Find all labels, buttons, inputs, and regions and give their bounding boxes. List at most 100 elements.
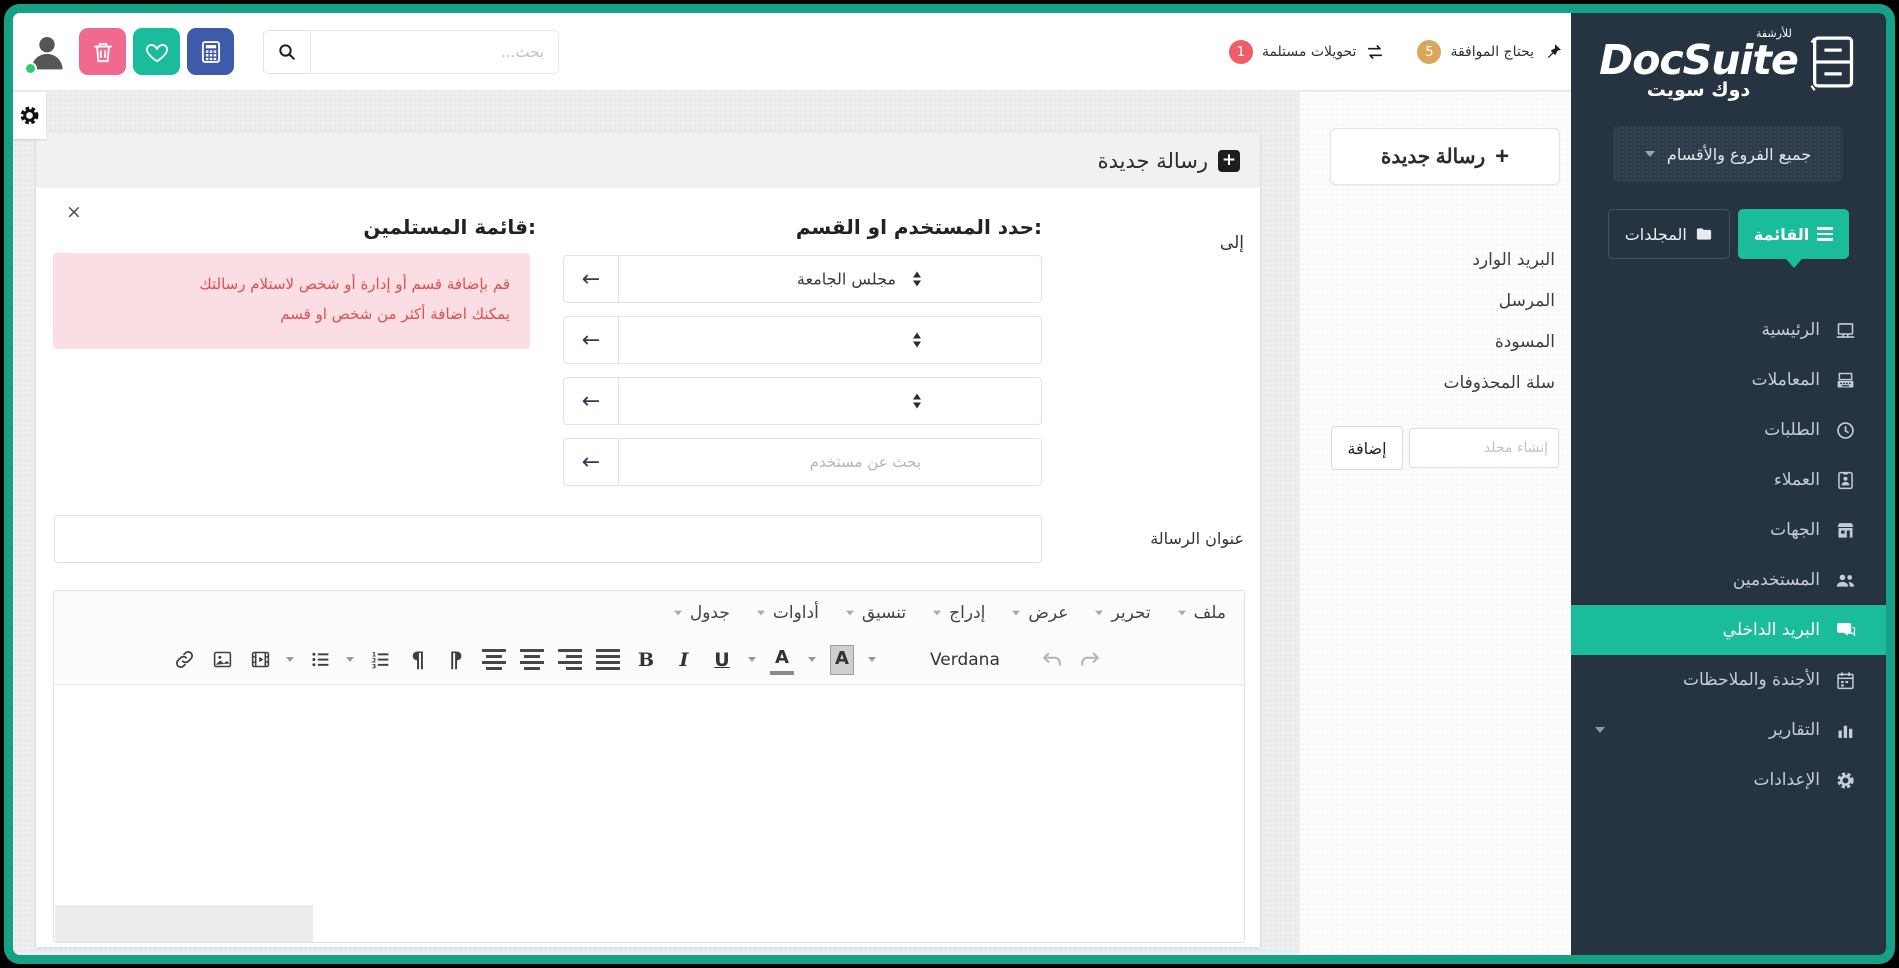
sidebar-item-users[interactable]: المستخدمين	[1571, 555, 1886, 605]
approval-label[interactable]: يحتاج الموافقة	[1450, 44, 1534, 60]
sidebar-item-label: الإعدادات	[1753, 770, 1820, 790]
settings-tab[interactable]	[13, 92, 46, 139]
department-select[interactable]: مجلس الجامعة	[619, 255, 1042, 303]
move-left-button[interactable]: ←	[563, 255, 619, 303]
paragraph-ltr-button[interactable]: ¶	[444, 645, 468, 675]
menu-file[interactable]: ملف	[1177, 603, 1226, 623]
align-left-button[interactable]	[482, 645, 506, 675]
bullet-list-button[interactable]	[308, 645, 332, 675]
tab-folders[interactable]: المجلدات	[1608, 209, 1730, 259]
highlight-color-caret[interactable]	[868, 657, 876, 662]
redo-button[interactable]	[1078, 645, 1102, 675]
text-color-caret[interactable]	[808, 657, 816, 662]
global-search	[263, 30, 559, 74]
media-button[interactable]	[248, 645, 272, 675]
numbered-list-button[interactable]: 123	[368, 645, 392, 675]
mail-folder-list: البريد الوارد المرسل المسودة سلة المحذوف…	[1316, 240, 1555, 404]
approval-badge[interactable]: 5	[1417, 40, 1441, 64]
search-input[interactable]	[310, 30, 559, 74]
to-label: إلى	[1220, 233, 1244, 253]
pin-icon[interactable]	[1543, 42, 1563, 62]
plus-icon: +	[1495, 145, 1509, 169]
editor-content-area[interactable]	[54, 686, 1244, 942]
menu-edit[interactable]: تحرير	[1094, 603, 1150, 623]
chevron-down-icon	[757, 611, 765, 616]
department-select-row: ← مجلس الجامعة	[563, 255, 1042, 303]
sidebar-item-agenda[interactable]: الأجندة والملاحظات	[1571, 655, 1886, 705]
add-folder-button[interactable]: إضافة	[1331, 426, 1403, 470]
image-button[interactable]	[210, 645, 234, 675]
menu-format[interactable]: تنسيق	[845, 603, 906, 623]
numbered-list-caret[interactable]	[346, 657, 354, 662]
new-message-button[interactable]: + رسالة جديدة	[1330, 128, 1560, 185]
user-search-input[interactable]	[619, 439, 1041, 485]
align-center-button[interactable]	[520, 645, 544, 675]
undo-button[interactable]	[1040, 645, 1064, 675]
chat-icon	[1835, 620, 1856, 641]
user-search-field	[619, 438, 1042, 486]
folder-sent[interactable]: المرسل	[1316, 281, 1555, 322]
move-left-button[interactable]: ←	[563, 377, 619, 425]
gear-icon	[18, 104, 41, 127]
section-select[interactable]	[619, 377, 1042, 425]
align-right-button[interactable]	[558, 645, 582, 675]
justify-button[interactable]	[596, 645, 620, 675]
move-left-button[interactable]: ←	[563, 438, 619, 486]
online-status-dot	[24, 62, 37, 75]
chevron-down-icon	[1012, 611, 1020, 616]
bold-button[interactable]: B	[634, 645, 658, 675]
menu-view[interactable]: عرض	[1011, 603, 1068, 623]
create-folder-input[interactable]	[1409, 428, 1559, 468]
folder-drafts[interactable]: المسودة	[1316, 322, 1555, 363]
trash-button[interactable]	[79, 28, 126, 75]
transfers-label[interactable]: تحويلات مستلمة	[1262, 44, 1357, 60]
gear-icon	[1835, 770, 1856, 791]
chevron-down-icon	[933, 611, 941, 616]
menu-insert[interactable]: إدراج	[932, 603, 985, 623]
underline-caret[interactable]	[748, 657, 756, 662]
compose-title-wrap: + رسالة جديدة	[1098, 133, 1240, 188]
hint-line-2: يمكنك اضافة أكثر من شخص او قسم	[280, 305, 510, 323]
search-icon[interactable]	[263, 30, 310, 74]
transfers-badge[interactable]: 1	[1229, 40, 1253, 64]
calculator-button[interactable]	[187, 28, 234, 75]
subject-input[interactable]	[54, 515, 1042, 563]
tab-list[interactable]: القائمة	[1738, 209, 1849, 259]
underline-button[interactable]: U	[710, 645, 734, 675]
transfers-icon[interactable]	[1365, 42, 1385, 62]
create-folder-row: إضافة	[1330, 426, 1559, 470]
menu-icon	[1817, 227, 1833, 241]
link-button[interactable]	[172, 645, 196, 675]
favorites-button[interactable]	[133, 28, 180, 75]
bullet-list-caret[interactable]	[286, 657, 294, 662]
sidebar-item-internal-mail[interactable]: البريد الداخلي	[1571, 605, 1886, 655]
subdepartment-select[interactable]	[619, 316, 1042, 364]
branch-filter-select[interactable]: جميع الفروع والأقسام	[1613, 126, 1843, 182]
select-user-heading: حدد المستخدم او القسم:	[796, 215, 1042, 239]
italic-button[interactable]: I	[672, 645, 696, 675]
menu-table[interactable]: جدول	[673, 603, 730, 623]
text-color-button[interactable]: A	[770, 645, 794, 675]
sidebar-item-reports[interactable]: التقارير	[1571, 705, 1886, 755]
close-icon[interactable]: ×	[66, 203, 82, 222]
recipient-selectors: ← مجلس الجامعة ← ← ←	[563, 255, 1042, 486]
sidebar-item-requests[interactable]: الطلبات	[1571, 405, 1886, 455]
menu-tools[interactable]: أداوات	[756, 603, 819, 623]
sidebar-item-settings[interactable]: الإعدادات	[1571, 755, 1886, 805]
paragraph-rtl-button[interactable]: ¶	[406, 645, 430, 675]
app-logo: للأرشفة DocSuite دوك سويت	[1571, 27, 1886, 101]
sidebar-item-home[interactable]: الرئيسية	[1571, 305, 1886, 355]
sidebar-item-clients[interactable]: العملاء	[1571, 455, 1886, 505]
highlight-color-button[interactable]: A	[830, 645, 854, 675]
mail-folder-panel: + رسالة جديدة البريد الوارد المرسل المسو…	[1299, 92, 1571, 955]
folder-inbox[interactable]: البريد الوارد	[1316, 240, 1555, 281]
folder-icon	[1695, 225, 1713, 243]
move-left-button[interactable]: ←	[563, 316, 619, 364]
user-avatar[interactable]	[23, 28, 71, 76]
compose-header: + رسالة جديدة	[36, 133, 1260, 188]
font-family-select[interactable]: Verdana	[930, 650, 1000, 670]
subdepartment-select-row: ←	[563, 316, 1042, 364]
sidebar-item-transactions[interactable]: المعاملات	[1571, 355, 1886, 405]
sidebar-item-entities[interactable]: الجهات	[1571, 505, 1886, 555]
folder-trash[interactable]: سلة المحذوفات	[1316, 363, 1555, 404]
